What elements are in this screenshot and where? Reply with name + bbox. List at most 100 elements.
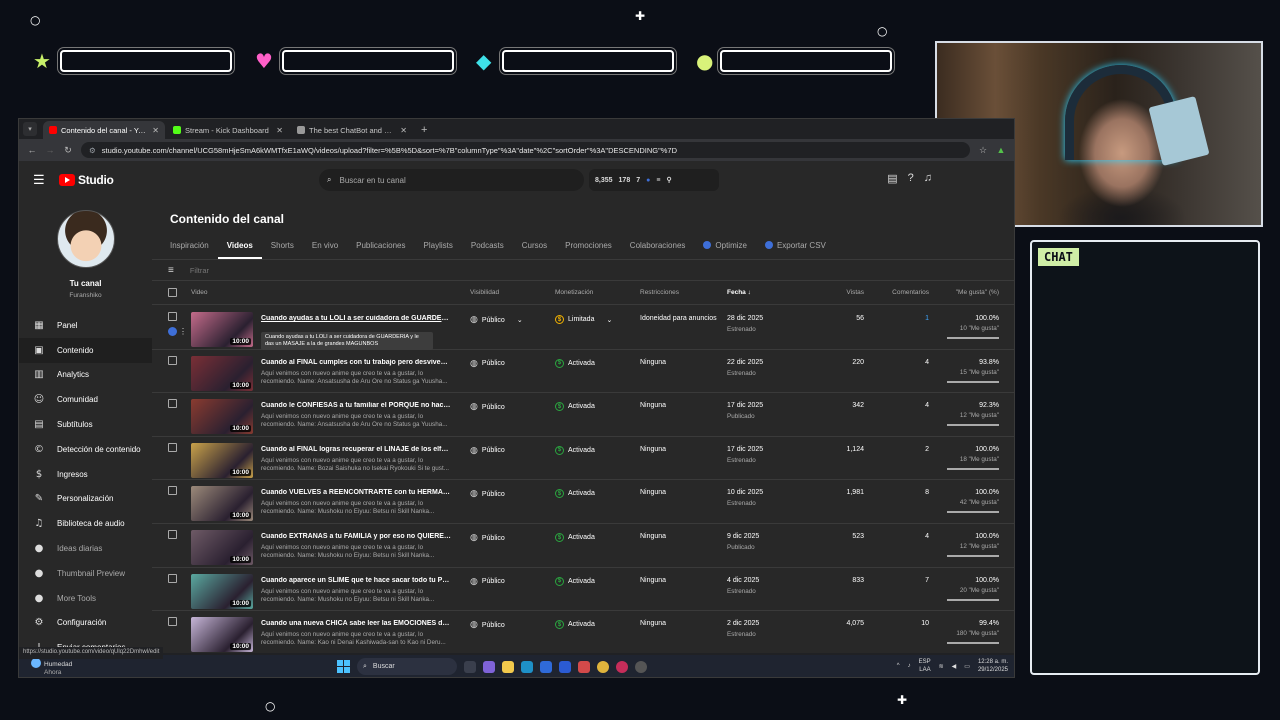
extension-icon[interactable]: ▲ <box>996 145 1006 155</box>
video-title[interactable]: Cuando le CONFIESAS a tu familiar el POR… <box>261 402 451 409</box>
browser-tab[interactable]: The best ChatBot and Widgets ✕ <box>291 121 413 139</box>
sidebar-item[interactable]: ▥ Analytics <box>19 363 152 388</box>
select-all-checkbox[interactable] <box>168 288 177 297</box>
comments-value[interactable]: 1 <box>925 315 929 322</box>
edge-icon[interactable] <box>521 660 533 673</box>
video-title[interactable]: Cuando una nueva CHICA sabe leer las EMO… <box>261 620 451 627</box>
table-row[interactable]: 10:00 Cuando aparece un SLIME que te hac… <box>152 568 1014 612</box>
menu-icon[interactable]: ☰ <box>33 172 47 188</box>
browser-tab[interactable]: Contenido del canal - YouTube ✕ <box>43 121 165 139</box>
table-row[interactable]: 10:00 Cuando le CONFIESAS a tu familiar … <box>152 393 1014 437</box>
column-date[interactable]: Fecha ↓ <box>727 289 751 296</box>
word-icon[interactable] <box>559 660 571 673</box>
sidebar-item[interactable]: ● Ideas diarias <box>19 536 152 561</box>
row-checkbox[interactable] <box>168 355 177 365</box>
sidebar-item[interactable]: ● More Tools <box>19 586 152 611</box>
video-thumbnail[interactable]: 10:00 <box>191 486 253 522</box>
chevron-down-icon[interactable]: ⌄ <box>517 316 523 324</box>
sidebar-item[interactable]: ⚙ Configuración <box>19 611 152 636</box>
battery-icon[interactable]: ▭ <box>964 663 970 670</box>
sidebar-item[interactable]: ▦ Panel <box>19 313 152 338</box>
video-thumbnail[interactable]: 10:00 <box>191 399 253 435</box>
sidebar-item[interactable]: $ Ingresos <box>19 462 152 487</box>
sidebar-item[interactable]: ▤ Subtítulos <box>19 412 152 437</box>
task-view-icon[interactable] <box>464 660 476 673</box>
tray-chevron-icon[interactable]: ^ <box>897 663 900 669</box>
volume-icon[interactable]: ◀ <box>952 663 957 670</box>
url-input[interactable]: ⚙ studio.youtube.com/channel/UCG58mHjeSm… <box>81 142 970 158</box>
table-row[interactable]: 10:00 Cuando VUELVES a REENCONTRARTE con… <box>152 480 1014 524</box>
video-thumbnail[interactable]: 10:00 <box>191 355 253 391</box>
content-tab[interactable]: Optimize <box>694 237 756 259</box>
store-icon[interactable] <box>540 660 552 673</box>
video-title[interactable]: Cuando ayudas a tu LOLI a ser cuidadora … <box>261 315 451 322</box>
column-likes[interactable]: "Me gusta" (%) <box>956 289 999 296</box>
content-tab[interactable]: Podcasts <box>462 237 513 259</box>
table-row[interactable]: 10:00 Cuando al FINAL logras recuperar e… <box>152 437 1014 481</box>
forward-icon[interactable]: → <box>45 145 55 155</box>
close-tab-icon[interactable]: ✕ <box>152 126 159 135</box>
tab-search-icon[interactable]: ▾ <box>23 122 37 136</box>
chrome-icon[interactable] <box>597 660 609 673</box>
clock[interactable]: 12:28 a. m. 29/12/2025 <box>978 658 1008 674</box>
video-title[interactable]: Cuando VUELVES a REENCONTRARTE con tu HE… <box>261 489 451 496</box>
table-row[interactable]: 10:00 Cuando ayudas a tu LOLI a ser cuid… <box>152 306 1014 350</box>
studio-logo[interactable]: Studio <box>59 173 114 187</box>
content-tab[interactable]: Promociones <box>556 237 621 259</box>
app-red-icon[interactable] <box>578 660 590 673</box>
row-checkbox[interactable] <box>168 573 177 583</box>
windows-start-icon[interactable] <box>337 660 350 673</box>
table-row[interactable]: 10:00 Cuando una nueva CHICA sabe leer l… <box>152 611 1014 653</box>
column-views[interactable]: Vistas <box>846 289 864 296</box>
video-title[interactable]: Cuando al FINAL cumples con tu trabajo p… <box>261 359 451 366</box>
row-checkbox[interactable] <box>168 399 177 409</box>
more-options-icon[interactable]: ⋮ <box>179 327 187 336</box>
content-tab[interactable]: Exportar CSV <box>756 237 835 259</box>
opera-icon[interactable] <box>616 660 628 673</box>
close-tab-icon[interactable]: ✕ <box>400 126 407 135</box>
video-title[interactable]: Cuando EXTRAÑAS a tu FAMILIA y por eso n… <box>261 533 451 540</box>
monetization-cell[interactable]: $ Limitada ⌄ <box>555 315 612 324</box>
column-restrictions[interactable]: Restricciones <box>640 289 679 296</box>
table-row[interactable]: 10:00 Cuando EXTRAÑAS a tu FAMILIA y por… <box>152 524 1014 568</box>
sidebar-item[interactable]: ▣ Contenido <box>19 337 152 363</box>
microphone-icon[interactable]: ♪ <box>908 663 911 669</box>
input-language[interactable]: ESP LAA <box>919 658 931 674</box>
video-thumbnail[interactable]: 10:00 <box>191 617 253 653</box>
video-title[interactable]: Cuando al FINAL logras recuperar el LINA… <box>261 446 451 453</box>
content-tab[interactable]: Colaboraciones <box>621 237 695 259</box>
extension-stats[interactable]: 8,355 178 7 ● ≡ ⚲ <box>589 169 719 191</box>
sidebar-item[interactable]: ☺ Comunidad <box>19 387 152 412</box>
sidebar-item[interactable]: ✎ Personalización <box>19 487 152 512</box>
file-explorer-icon[interactable] <box>502 660 514 673</box>
video-thumbnail[interactable]: 10:00 <box>191 312 253 347</box>
filter-bar[interactable]: ≡ Filtrar <box>152 259 1014 281</box>
create-comment-icon[interactable]: ▤ <box>887 172 897 185</box>
weather-widget[interactable]: Humedad Ahora <box>31 658 72 677</box>
browser-tab[interactable]: Stream - Kick Dashboard ✕ <box>167 121 289 139</box>
row-checkbox[interactable] <box>168 617 177 627</box>
close-tab-icon[interactable]: ✕ <box>276 126 283 135</box>
column-comments[interactable]: Comentarios <box>892 289 929 296</box>
bookmark-star-icon[interactable]: ☆ <box>978 145 988 156</box>
help-icon[interactable]: ? <box>908 172 914 185</box>
channel-avatar[interactable] <box>56 210 115 268</box>
extension-row-icon[interactable] <box>168 327 177 336</box>
taskbar-search[interactable]: ⌕ Buscar <box>357 658 457 675</box>
table-row[interactable]: 10:00 Cuando al FINAL cumples con tu tra… <box>152 350 1014 394</box>
row-checkbox[interactable] <box>168 312 177 321</box>
sidebar-item[interactable]: ● Thumbnail Preview <box>19 561 152 586</box>
column-monetization[interactable]: Monetización <box>555 289 593 296</box>
site-info-icon[interactable]: ⚙ <box>89 146 96 155</box>
sidebar-item[interactable]: ♫ Biblioteca de audio <box>19 511 152 536</box>
content-tab[interactable]: Playlists <box>415 237 462 259</box>
content-tab[interactable]: Shorts <box>262 237 303 259</box>
reload-icon[interactable]: ↻ <box>63 145 73 156</box>
row-checkbox[interactable] <box>168 530 177 539</box>
notifications-icon[interactable]: ♫ <box>924 172 932 185</box>
copilot-icon[interactable] <box>483 660 495 673</box>
content-tab[interactable]: Videos <box>217 237 262 259</box>
new-tab-icon[interactable]: + <box>415 124 433 139</box>
wifi-icon[interactable]: ≋ <box>939 663 944 670</box>
sidebar-item[interactable]: © Detección de contenido <box>19 437 152 462</box>
